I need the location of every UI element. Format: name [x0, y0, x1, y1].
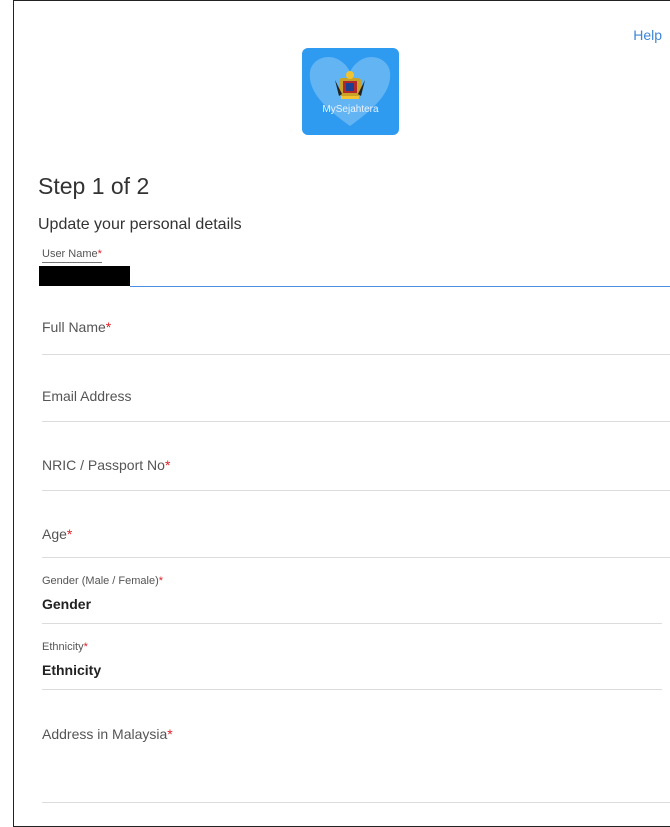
email-field[interactable]: Email Address [42, 388, 670, 423]
step-indicator: Step 1 of 2 [38, 173, 150, 199]
ethnicity-select[interactable]: Ethnicity* Ethnicity [42, 641, 662, 691]
user-name-underline [130, 286, 670, 287]
full-name-field[interactable]: Full Name* [42, 319, 670, 355]
required-marker: * [97, 248, 102, 260]
ethnicity-selected-value: Ethnicity [42, 662, 102, 678]
age-underline [42, 557, 670, 558]
gender-underline [42, 623, 662, 624]
user-name-label: User Name* [42, 248, 102, 263]
user-name-label-text: User Name [42, 248, 98, 260]
logo-text: MySejahtera [322, 104, 379, 115]
full-name-underline [42, 354, 670, 355]
ethnicity-underline [42, 689, 662, 690]
form-subtitle: Update your personal details [38, 216, 242, 233]
address-label: Address in Malaysia* [42, 726, 173, 742]
address-underline [42, 802, 670, 803]
nric-underline [42, 490, 670, 491]
registration-form-page: Help MySejahtera Step 1 of 2 Update your… [13, 0, 670, 827]
address-textarea[interactable]: Address in Malaysia* [42, 726, 670, 806]
gender-select[interactable]: Gender (Male / Female)* Gender [42, 575, 662, 625]
gender-selected-value: Gender [42, 596, 92, 612]
full-name-label: Full Name* [42, 319, 112, 335]
user-name-redacted-value[interactable] [39, 266, 130, 286]
age-label: Age* [42, 526, 73, 542]
gender-label: Gender (Male / Female)* [42, 575, 164, 587]
app-logo: MySejahtera [302, 48, 399, 135]
email-label: Email Address [42, 388, 132, 404]
nric-label: NRIC / Passport No* [42, 457, 171, 473]
nric-field[interactable]: NRIC / Passport No* [42, 457, 670, 492]
heart-crest-icon [309, 57, 391, 126]
help-link[interactable]: Help [633, 27, 662, 43]
email-underline [42, 421, 670, 422]
age-field[interactable]: Age* [42, 526, 670, 561]
ethnicity-label: Ethnicity* [42, 641, 88, 653]
